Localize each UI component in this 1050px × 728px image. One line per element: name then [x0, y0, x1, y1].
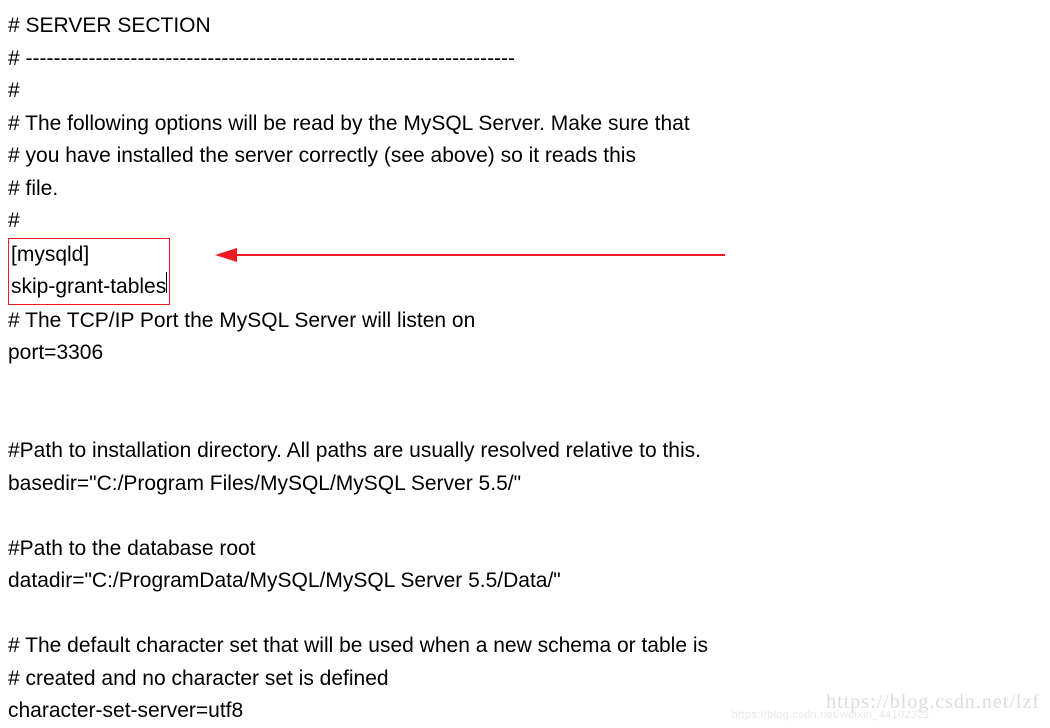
config-line: # --------------------------------------…: [8, 43, 1042, 76]
arrow-icon: [215, 244, 725, 266]
config-line: character-set-server=utf8: [8, 695, 1042, 728]
config-line-mysqld: [mysqld]: [11, 239, 167, 272]
config-line: # file.: [8, 173, 1042, 206]
config-line: # created and no character set is define…: [8, 663, 1042, 696]
highlight-box: [mysqld] skip-grant-tables: [8, 238, 170, 305]
config-line: # you have installed the server correctl…: [8, 140, 1042, 173]
config-line: # SERVER SECTION: [8, 10, 1042, 43]
config-line: # The following options will be read by …: [8, 108, 1042, 141]
config-line: datadir="C:/ProgramData/MySQL/MySQL Serv…: [8, 565, 1042, 598]
blank-line: [8, 370, 1042, 403]
config-line: #Path to the database root: [8, 533, 1042, 566]
config-line: port=3306: [8, 337, 1042, 370]
config-line: #: [8, 75, 1042, 108]
config-line: basedir="C:/Program Files/MySQL/MySQL Se…: [8, 468, 1042, 501]
config-line: #Path to installation directory. All pat…: [8, 435, 1042, 468]
config-line-skip-grant-tables: skip-grant-tables: [11, 271, 167, 304]
blank-line: [8, 598, 1042, 631]
config-line: # The TCP/IP Port the MySQL Server will …: [8, 305, 1042, 338]
blank-line: [8, 500, 1042, 533]
config-line: # The default character set that will be…: [8, 630, 1042, 663]
config-line: #: [8, 205, 1042, 238]
blank-line: [8, 403, 1042, 436]
